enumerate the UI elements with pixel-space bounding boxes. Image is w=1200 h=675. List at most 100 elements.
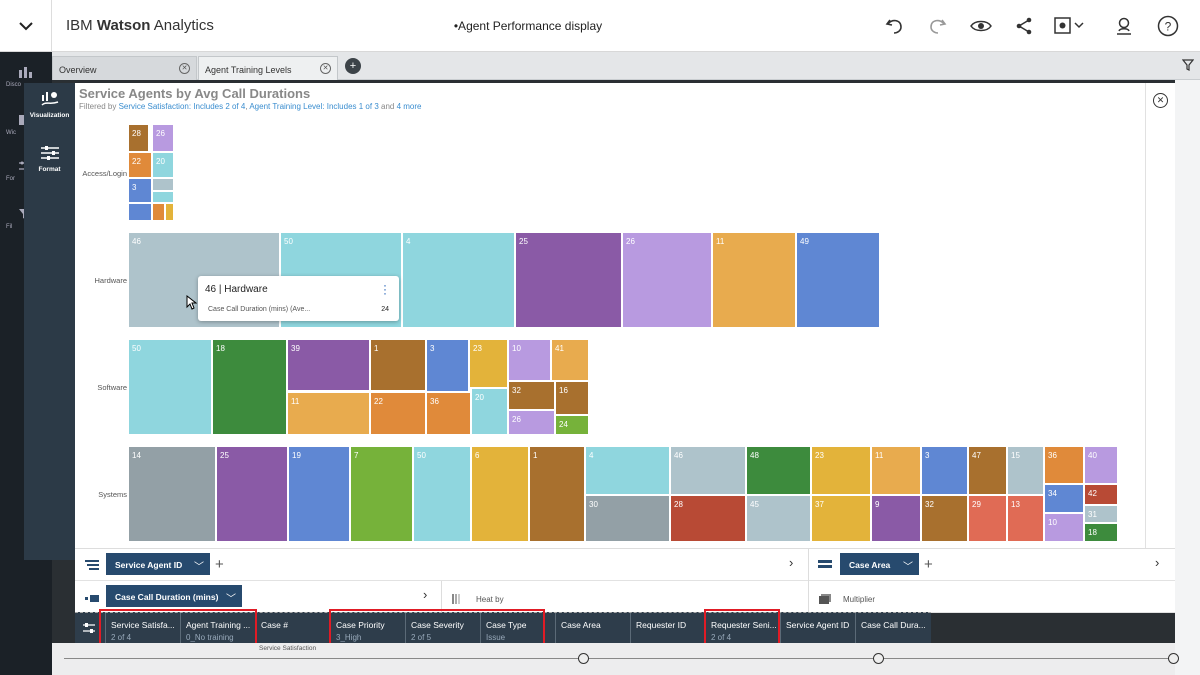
treemap-tile-label: 23 <box>473 344 482 353</box>
treemap-tile-label: 39 <box>291 344 300 353</box>
column-pill-filter: 2 of 4 <box>711 633 732 642</box>
treemap-tile-label: 50 <box>417 451 426 460</box>
rows-slot-icon <box>85 560 99 570</box>
treemap-tile[interactable] <box>403 233 514 327</box>
multiplier-slot-label[interactable]: Multiplier <box>843 595 875 604</box>
treemap-tile-label: 9 <box>875 500 880 509</box>
heat-slot-label[interactable]: Heat by <box>476 595 504 604</box>
treemap-tile-label: 30 <box>589 500 598 509</box>
treemap-tile-label: 11 <box>291 397 300 406</box>
treemap-group-label: Hardware <box>94 276 127 285</box>
column-pill[interactable]: Case Area <box>555 613 630 644</box>
treemap-tile-label: 18 <box>216 344 225 353</box>
chevron-down-icon[interactable]: ﹀ <box>226 590 236 605</box>
slot-divider <box>808 581 809 613</box>
treemap-tile[interactable] <box>414 447 470 541</box>
treemap-tile[interactable] <box>623 233 711 327</box>
treemap-tile-label: 11 <box>716 237 725 246</box>
column-pill[interactable]: Service Satisfa... 2 of 4 <box>105 613 180 644</box>
column-pill-filter: 2 of 5 <box>411 633 432 642</box>
column-pill[interactable]: Case Type Issue <box>480 613 555 644</box>
treemap-tile-label: 22 <box>132 157 141 166</box>
slot-divider <box>808 549 809 581</box>
treemap-tile[interactable] <box>153 179 173 190</box>
column-pill-filter: 0_No training <box>186 633 234 642</box>
chart-tooltip: 46 | Hardware · · · Case Call Duration (mi… <box>198 276 399 321</box>
chevron-right-icon[interactable]: › <box>423 587 427 602</box>
slot-divider <box>441 581 442 613</box>
treemap-tile[interactable] <box>586 496 669 541</box>
treemap-tile[interactable] <box>166 204 173 220</box>
timeline-knob[interactable] <box>1168 653 1179 664</box>
treemap-tile-label: 32 <box>925 500 934 509</box>
data-columns-bar: Service Satisfa... 2 of 4 Agent Training .… <box>75 612 931 644</box>
column-pill[interactable]: Requester Seni... 2 of 4 <box>705 613 780 644</box>
column-pill[interactable]: Case Call Dura... <box>855 613 930 644</box>
treemap-tile-label: 28 <box>132 129 141 138</box>
treemap-tile-label: 6 <box>475 451 480 460</box>
column-pill[interactable]: Case # <box>255 613 330 644</box>
chevron-right-icon[interactable]: › <box>789 555 793 570</box>
columns-settings-icon[interactable] <box>82 622 96 634</box>
rows-slot-label: Service Agent ID <box>115 560 183 570</box>
size-slot-icon <box>85 595 99 602</box>
treemap-tile-label: 40 <box>1088 451 1097 460</box>
size-slot-label: Case Call Duration (mins) <box>115 592 219 602</box>
treemap-tile-label: 4 <box>589 451 594 460</box>
treemap-tile-label: 29 <box>972 500 981 509</box>
column-pill-label: Case Severity <box>411 620 464 630</box>
add-columns-slot-icon[interactable]: + <box>924 556 933 573</box>
treemap-tile[interactable] <box>516 233 621 327</box>
chevron-right-icon[interactable]: › <box>1155 555 1159 570</box>
treemap-tile-label: 25 <box>220 451 229 460</box>
treemap-tile[interactable] <box>713 233 795 327</box>
tooltip-title: 46 | Hardware <box>205 284 268 295</box>
tooltip-more-icon[interactable]: · · · <box>383 279 387 299</box>
timeline-knob[interactable] <box>873 653 884 664</box>
tooltip-measure-label: Case Call Duration (mins) (Ave... <box>208 306 311 313</box>
tooltip-measure-value: 24 <box>381 306 389 313</box>
treemap-tile[interactable] <box>351 447 412 541</box>
treemap-tile-label: 28 <box>674 500 683 509</box>
column-pill-label: Case Type <box>486 620 527 630</box>
treemap-group-label: Access/Login <box>82 169 127 178</box>
treemap-tile[interactable] <box>213 340 286 434</box>
treemap-tile[interactable] <box>129 447 215 541</box>
treemap-tile-label: 45 <box>750 500 759 509</box>
treemap-tile-label: 34 <box>1048 489 1057 498</box>
treemap-tile-label: 18 <box>1088 528 1097 537</box>
treemap-tile-label: 36 <box>430 397 439 406</box>
slot-row-2: Case Call Duration (mins) ﹀ › Heat by Mul… <box>75 581 1175 613</box>
treemap-tile[interactable] <box>530 447 584 541</box>
bottom-timeline: Service Satisfaction <box>52 643 1179 675</box>
treemap-tile-label: 7 <box>354 451 359 460</box>
treemap-tile[interactable] <box>217 447 287 541</box>
columns-slot-label: Case Area <box>849 560 891 570</box>
treemap-tile[interactable] <box>153 192 173 202</box>
chevron-down-icon[interactable]: ﹀ <box>903 558 913 573</box>
treemap-tile[interactable] <box>289 447 349 541</box>
treemap-tile[interactable] <box>288 340 369 390</box>
rows-slot-pill[interactable]: Service Agent ID ﹀ <box>106 553 210 575</box>
slot-area: Service Agent ID ﹀ + › Case Area ﹀ + › Cas… <box>75 548 1175 613</box>
column-pill[interactable]: Agent Training ... 0_No training <box>180 613 255 644</box>
treemap-tile[interactable] <box>586 447 669 494</box>
column-pill[interactable]: Case Severity 2 of 5 <box>405 613 480 644</box>
treemap-tile-label: 37 <box>815 500 824 509</box>
treemap-tile[interactable] <box>129 340 211 434</box>
add-rows-slot-icon[interactable]: + <box>215 556 224 573</box>
columns-slot-pill[interactable]: Case Area ﹀ <box>840 553 919 575</box>
treemap-tile[interactable] <box>797 233 879 327</box>
treemap-tile[interactable] <box>288 393 369 434</box>
chevron-down-icon[interactable]: ﹀ <box>194 558 204 573</box>
treemap-tile[interactable] <box>371 340 425 390</box>
treemap-tile[interactable] <box>472 447 528 541</box>
treemap-tile[interactable] <box>129 204 151 220</box>
treemap-tile[interactable] <box>153 204 164 220</box>
column-pill[interactable]: Service Agent ID <box>780 613 855 644</box>
timeline-knob[interactable] <box>578 653 589 664</box>
treemap-tile-label: 25 <box>519 237 528 246</box>
size-slot-pill[interactable]: Case Call Duration (mins) ﹀ <box>106 585 242 607</box>
column-pill[interactable]: Requester ID <box>630 613 705 644</box>
column-pill[interactable]: Case Priority 3_High <box>330 613 405 644</box>
